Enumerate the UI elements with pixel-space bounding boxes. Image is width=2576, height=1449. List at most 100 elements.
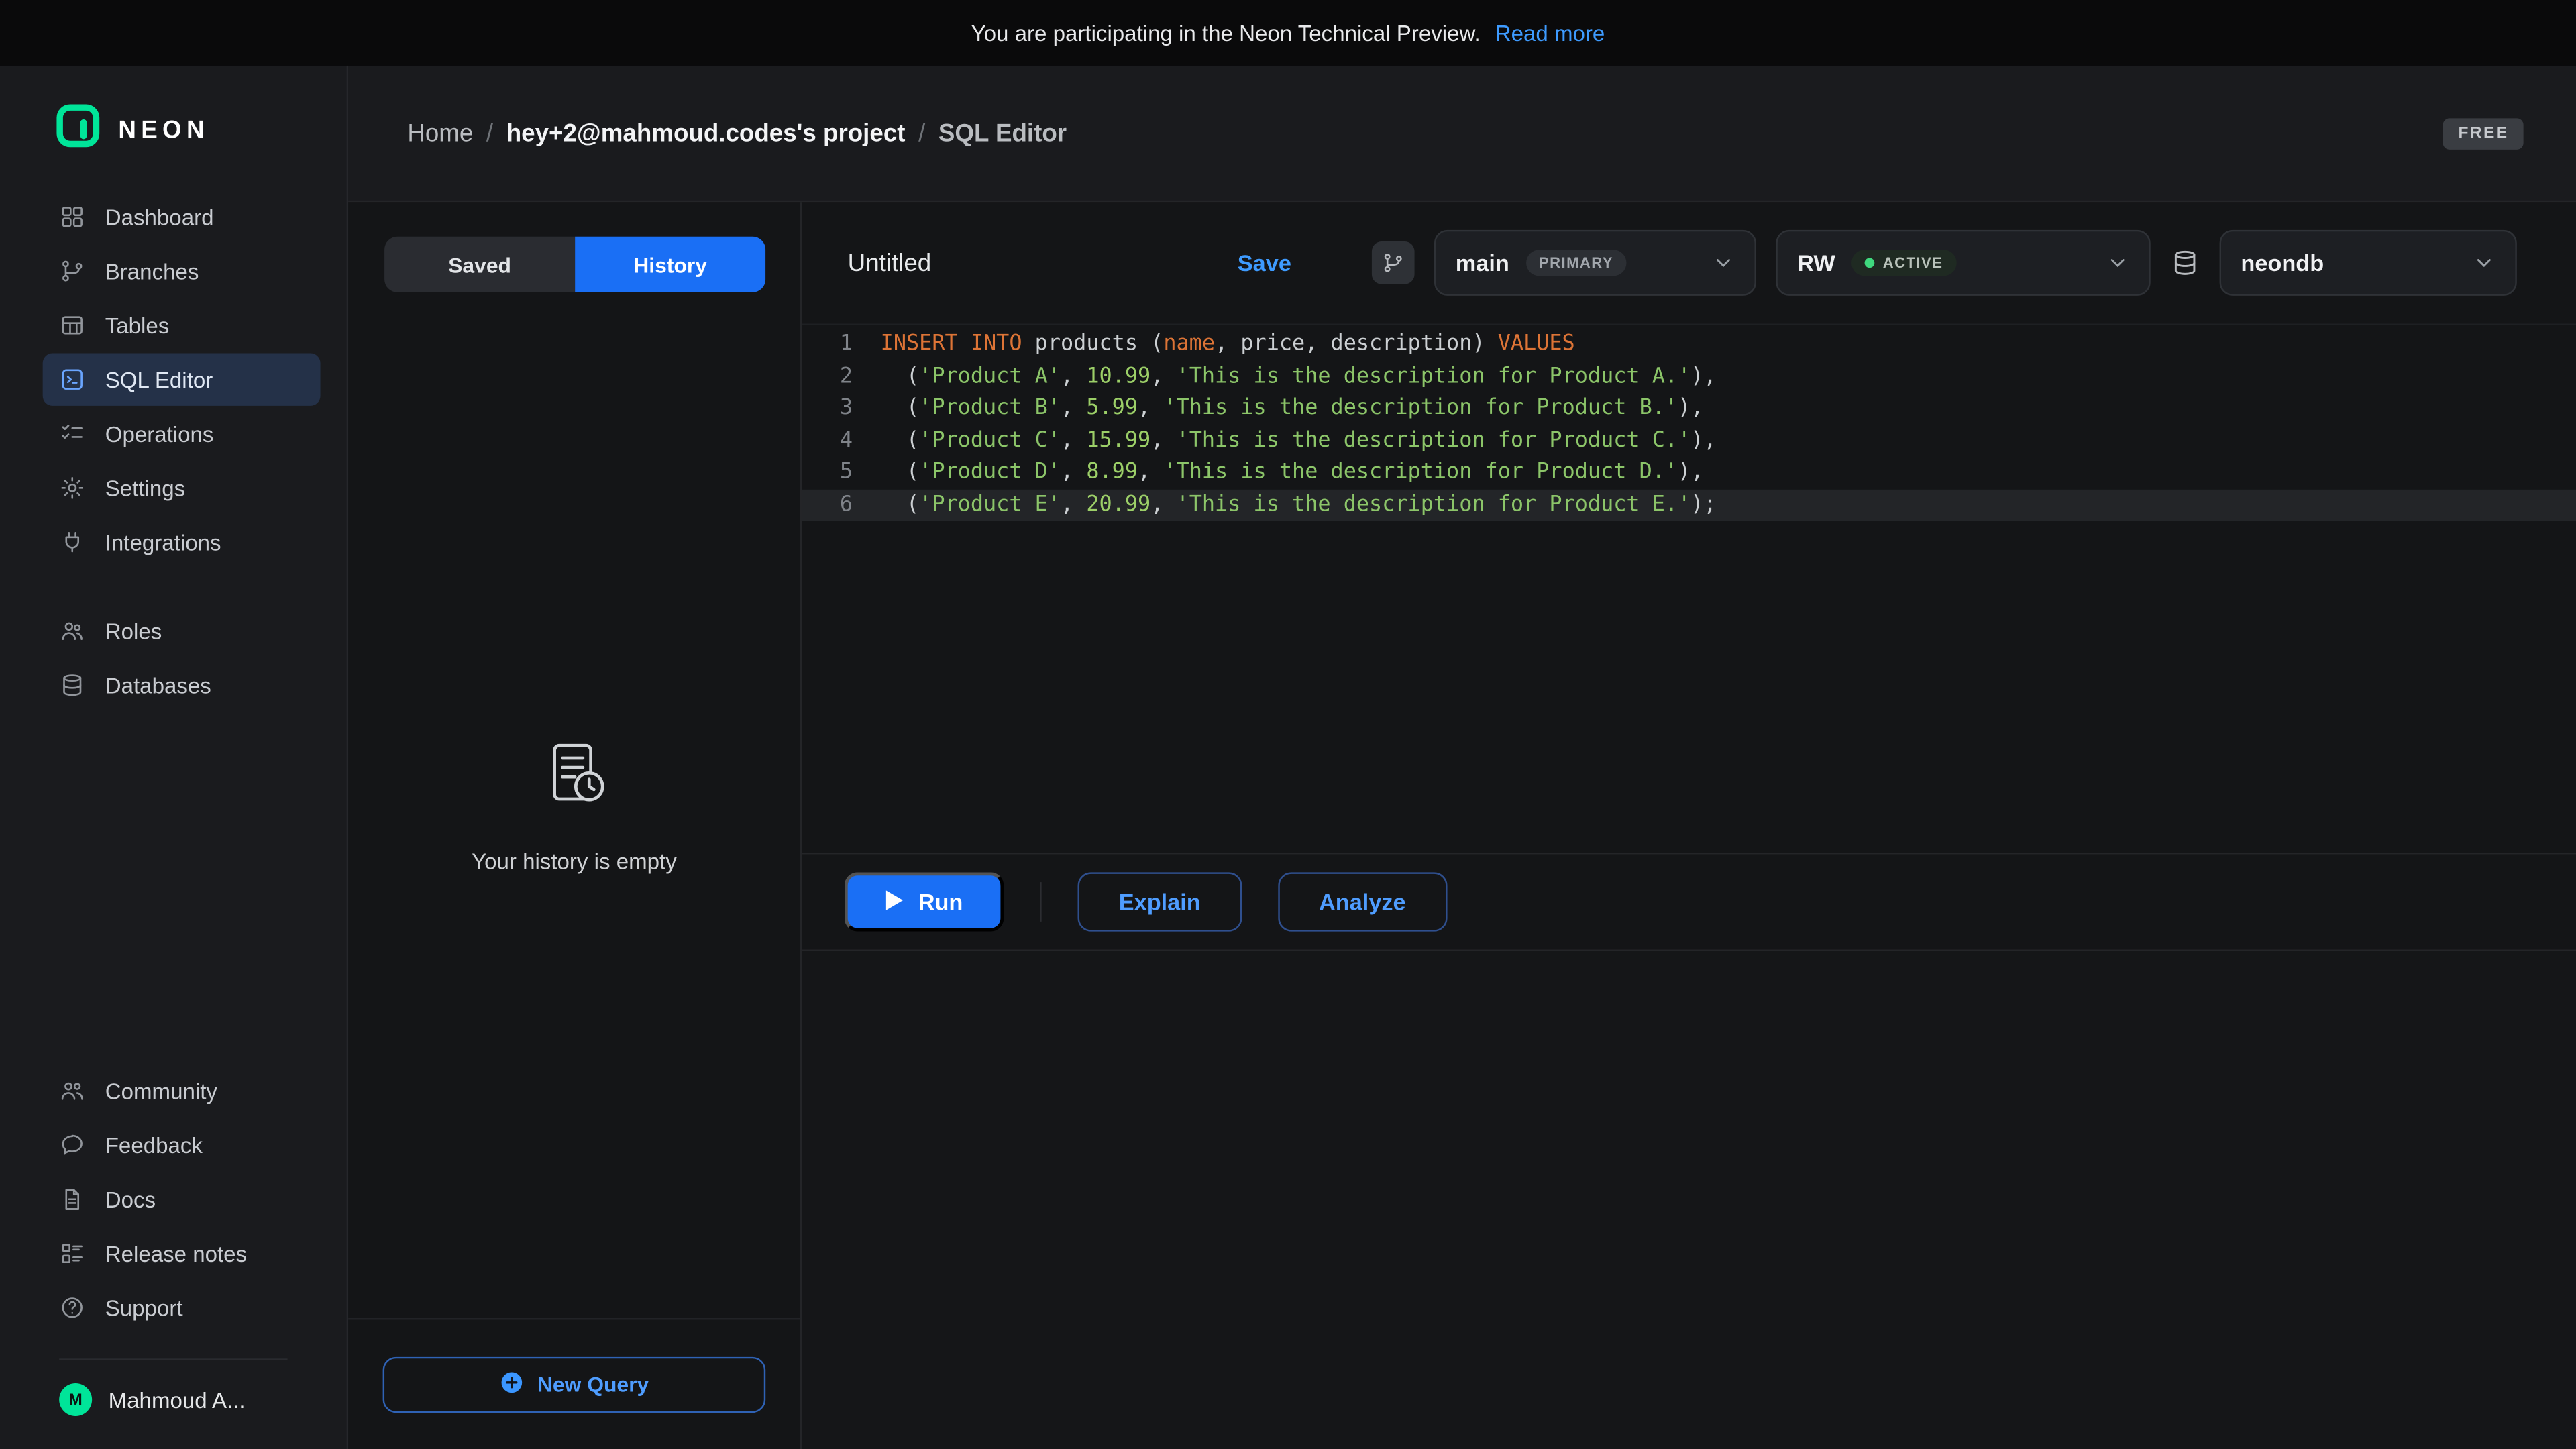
sidebar-item-label: Community: [105, 1079, 217, 1104]
branch-name: main: [1456, 250, 1509, 276]
line-number: 3: [802, 392, 881, 425]
editor-header-controls: main PRIMARY RW ACTIVE: [1372, 230, 2517, 296]
database-icon: [2170, 248, 2200, 278]
sidebar-item-settings[interactable]: Settings: [43, 462, 321, 514]
community-icon: [59, 1078, 85, 1104]
breadcrumb-page: SQL Editor: [938, 119, 1067, 148]
banner-message: You are participating in the Neon Techni…: [971, 21, 1481, 46]
code-line[interactable]: 4 ('Product C', 15.99, 'This is the desc…: [802, 425, 2576, 457]
dashboard-icon: [59, 204, 85, 230]
active-badge-label: ACTIVE: [1883, 255, 1943, 271]
sidebar-item-docs[interactable]: Docs: [43, 1173, 321, 1226]
sidebar-item-integrations[interactable]: Integrations: [43, 516, 321, 568]
sidebar-item-branches[interactable]: Branches: [43, 245, 321, 297]
breadcrumb-separator: /: [486, 119, 493, 148]
line-number: 4: [802, 425, 881, 457]
query-panel-footer: New Query: [348, 1318, 800, 1449]
branch-icon-button[interactable]: [1372, 241, 1415, 284]
operations-icon: [59, 421, 85, 447]
new-query-button[interactable]: New Query: [383, 1356, 766, 1412]
sidebar-nav-footer: Community Feedback Docs Release notes Suppor…: [0, 1063, 347, 1336]
compute-name: RW: [1797, 250, 1835, 276]
breadcrumb: Home / hey+2@mahmoud.codes's project / S…: [407, 119, 1067, 148]
plan-badge: FREE: [2443, 117, 2523, 149]
sidebar-item-sql-editor[interactable]: SQL Editor: [43, 354, 321, 406]
branch-select[interactable]: main PRIMARY: [1434, 230, 1756, 296]
app-shell: NEON DashboardBranchesTables SQL Editor Op…: [0, 66, 2576, 1449]
code-text: INSERT INTO products (name, price, descr…: [881, 329, 1575, 361]
save-button[interactable]: Save: [1238, 250, 1291, 276]
code-line[interactable]: 3 ('Product B', 5.99, 'This is the descr…: [802, 392, 2576, 425]
databases-icon: [59, 672, 85, 698]
topbar: Home / hey+2@mahmoud.codes's project / S…: [348, 66, 2576, 202]
sidebar-nav-secondary: RolesDatabases: [0, 603, 347, 713]
breadcrumb-project[interactable]: hey+2@mahmoud.codes's project: [506, 119, 906, 148]
database-name: neondb: [2241, 250, 2324, 276]
tab-history[interactable]: History: [575, 237, 765, 292]
sidebar-item-label: SQL Editor: [105, 367, 213, 392]
brand-wordmark: NEON: [118, 116, 209, 144]
sidebar-item-tables[interactable]: Tables: [43, 299, 321, 352]
avatar: M: [59, 1383, 92, 1416]
code-text: ('Product B', 5.99, 'This is the descrip…: [881, 392, 1704, 425]
run-label: Run: [918, 889, 963, 915]
sidebar-item-operations[interactable]: Operations: [43, 407, 321, 460]
code-text: ('Product A', 10.99, 'This is the descri…: [881, 361, 1717, 393]
database-select[interactable]: neondb: [2220, 230, 2517, 296]
line-number: 6: [802, 489, 881, 521]
chevron-down-icon: [2473, 252, 2496, 274]
explain-button[interactable]: Explain: [1078, 872, 1242, 931]
sidebar-item-databases[interactable]: Databases: [43, 659, 321, 711]
editor-header: Untitled Save main: [802, 202, 2576, 325]
technical-preview-banner: You are participating in the Neon Techni…: [0, 0, 2576, 66]
chevron-down-icon: [1712, 252, 1735, 274]
neon-logo-icon: [56, 103, 100, 156]
brand[interactable]: NEON: [0, 66, 347, 189]
read-more-link[interactable]: Read more: [1495, 21, 1605, 46]
code-editor[interactable]: 1INSERT INTO products (name, price, desc…: [802, 325, 2576, 853]
sidebar-item-community[interactable]: Community: [43, 1065, 321, 1117]
results-area: [802, 951, 2576, 1449]
code-line[interactable]: 6 ('Product E', 20.99, 'This is the desc…: [802, 489, 2576, 521]
sidebar-item-label: Settings: [105, 476, 185, 500]
query-panel: Saved History Your history is: [348, 202, 802, 1449]
editor-actions-bar: Run Explain Analyze: [802, 853, 2576, 951]
history-empty-icon: [537, 736, 612, 820]
query-title[interactable]: Untitled: [848, 249, 932, 277]
primary-badge: PRIMARY: [1525, 250, 1626, 276]
sidebar-item-dashboard[interactable]: Dashboard: [43, 191, 321, 243]
sidebar-item-support[interactable]: Support: [43, 1281, 321, 1334]
code-line[interactable]: 1INSERT INTO products (name, price, desc…: [802, 329, 2576, 361]
integrations-icon: [59, 529, 85, 555]
code-line[interactable]: 2 ('Product A', 10.99, 'This is the desc…: [802, 361, 2576, 393]
code-line[interactable]: 5 ('Product D', 8.99, 'This is the descr…: [802, 457, 2576, 489]
feedback-icon: [59, 1132, 85, 1158]
breadcrumb-home[interactable]: Home: [407, 119, 473, 148]
sidebar-item-release-notes[interactable]: Release notes: [43, 1227, 321, 1279]
user-menu[interactable]: M Mahmoud A...: [0, 1360, 347, 1449]
sidebar-item-label: Support: [105, 1295, 183, 1320]
docs-icon: [59, 1186, 85, 1212]
sidebar-item-feedback[interactable]: Feedback: [43, 1119, 321, 1171]
code-text: ('Product C', 15.99, 'This is the descri…: [881, 425, 1717, 457]
active-dot-icon: [1865, 258, 1875, 268]
code-text: ('Product D', 8.99, 'This is the descrip…: [881, 457, 1704, 489]
tab-saved[interactable]: Saved: [384, 237, 575, 292]
sidebar-item-roles[interactable]: Roles: [43, 604, 321, 657]
active-badge: ACTIVE: [1851, 250, 1956, 276]
analyze-button[interactable]: Analyze: [1278, 872, 1447, 931]
history-empty-message: Your history is empty: [472, 849, 677, 874]
support-icon: [59, 1295, 85, 1321]
settings-icon: [59, 475, 85, 501]
compute-select[interactable]: RW ACTIVE: [1776, 230, 2150, 296]
sql-editor-area: Untitled Save main: [802, 202, 2576, 1449]
user-name: Mahmoud A...: [109, 1387, 246, 1412]
run-button[interactable]: Run: [845, 872, 1004, 931]
history-empty-state: Your history is empty: [348, 292, 800, 1318]
actions-divider: [1040, 882, 1041, 922]
chevron-down-icon: [2106, 252, 2129, 274]
release-notes-icon: [59, 1240, 85, 1267]
play-icon: [885, 889, 904, 915]
sidebar-item-label: Docs: [105, 1187, 156, 1212]
sql-editor-icon: [59, 366, 85, 392]
